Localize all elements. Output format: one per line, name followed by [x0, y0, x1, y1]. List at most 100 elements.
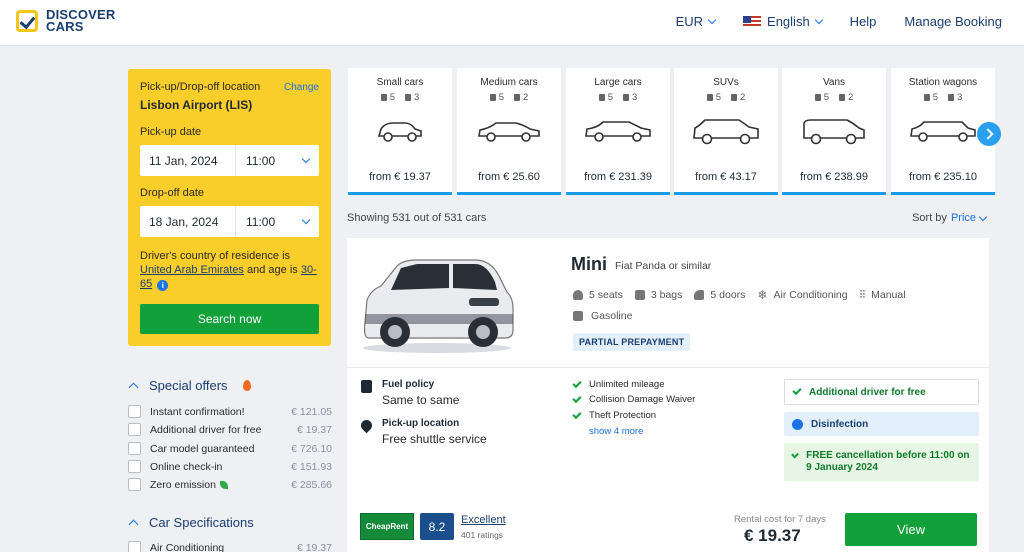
checkbox[interactable] — [128, 541, 141, 552]
info-icon[interactable]: i — [157, 280, 169, 291]
car-result-card: Mini Fiat Panda or similar 5 seats 3 bag… — [347, 238, 989, 552]
filter-label: Air Conditioning — [150, 541, 225, 552]
car-specifications-header[interactable]: Car Specifications — [128, 515, 254, 530]
fuel-pump-icon — [361, 380, 372, 393]
filter-price: € 19.37 — [296, 423, 332, 436]
filter-instant-confirmation[interactable]: Instant confirmation! € 121.05 — [128, 405, 332, 418]
currency-selector[interactable]: EUR — [676, 14, 717, 29]
rental-price: € 19.37 — [744, 526, 801, 545]
language-label: English — [767, 14, 810, 29]
search-now-button[interactable]: Search now — [140, 304, 319, 334]
checkbox[interactable] — [128, 478, 141, 491]
logo-check-icon — [16, 10, 38, 32]
fuel-policy-value: Same to same — [382, 393, 460, 407]
manage-booking-link[interactable]: Manage Booking — [904, 14, 1002, 29]
category-large-cars[interactable]: Large cars 53 from € 231.39 — [566, 68, 670, 195]
rating-score: 8.2 — [420, 513, 454, 540]
seats-count: 5 — [707, 92, 721, 103]
country-link[interactable]: United Arab Emirates — [140, 264, 244, 276]
logo[interactable]: DISCOVER CARS — [16, 8, 116, 34]
results-count: Showing 531 out of 531 cars — [347, 212, 487, 224]
bags-count: 2 — [514, 92, 528, 103]
category-price: from € 235.10 — [909, 171, 977, 183]
seats-count: 5 — [490, 92, 504, 103]
info-icon — [792, 418, 803, 430]
category-small-cars[interactable]: Small cars 53 from € 19.37 — [348, 68, 452, 195]
filter-label: Additional driver for free — [150, 423, 262, 436]
rating-link[interactable]: Excellent — [461, 514, 506, 526]
category-price: from € 43.17 — [695, 171, 757, 183]
car-features: 5 seats 3 bags 5 doors ❄ Air Conditioning… — [573, 288, 906, 302]
dropoff-time-select[interactable]: 11:00 — [236, 215, 319, 229]
leaf-icon — [219, 480, 228, 489]
pickup-time-value: 11:00 — [246, 153, 276, 168]
category-name: Small cars — [376, 77, 424, 88]
category-price: from € 25.60 — [478, 171, 540, 183]
check-icon — [572, 378, 582, 388]
rental-cost-label: Rental cost for 7 days — [734, 514, 826, 525]
dropoff-date-field: 18 Jan, 2024 11:00 — [140, 206, 319, 237]
filter-online-check-in[interactable]: Online check-in € 151.93 — [128, 460, 332, 473]
category-name: SUVs — [713, 77, 739, 88]
pickup-location-info: Pick-up location Free shuttle service — [358, 417, 487, 446]
checkbox[interactable] — [128, 423, 141, 436]
category-medium-cars[interactable]: Medium cars 52 from € 25.60 — [457, 68, 561, 195]
feature-fuel: Gasoline — [573, 310, 632, 322]
filter-price: € 121.05 — [291, 405, 332, 418]
check-icon — [572, 409, 582, 419]
fuel-policy: Fuel policy Same to same — [361, 379, 459, 407]
special-offers-header[interactable]: Special offers — [128, 378, 251, 393]
seats-count: 5 — [924, 92, 938, 103]
view-deal-button[interactable]: View — [845, 513, 977, 546]
category-suvs[interactable]: SUVs 52 from € 43.17 — [674, 68, 778, 195]
dropoff-date-input[interactable]: 18 Jan, 2024 — [140, 206, 236, 237]
car-category-title: Mini — [571, 254, 607, 274]
supplier-logo: CheapRent — [360, 513, 414, 540]
feature-seats: 5 seats — [573, 288, 623, 302]
pickup-date-label: Pick-up date — [140, 126, 202, 138]
snowflake-icon: ❄ — [757, 288, 768, 302]
categories-next-button[interactable] — [977, 122, 1001, 146]
suv-icon — [693, 119, 759, 145]
perk-disinfection: Disinfection — [784, 412, 979, 436]
check-icon — [792, 385, 802, 396]
checkbox[interactable] — [128, 442, 141, 455]
checkbox[interactable] — [128, 460, 141, 473]
checkbox[interactable] — [128, 405, 141, 418]
help-link[interactable]: Help — [850, 14, 877, 29]
car-photo — [363, 259, 514, 353]
perk-additional-driver: Additional driver for free — [784, 379, 979, 405]
filter-additional-driver[interactable]: Additional driver for free € 19.37 — [128, 423, 332, 436]
filter-air-conditioning[interactable]: Air Conditioning € 19.37 — [128, 541, 332, 552]
category-name: Vans — [822, 77, 846, 88]
fuel-icon — [573, 311, 583, 321]
rating-count: 401 ratings — [461, 530, 504, 540]
feature-transmission: ⫶⫶ Manual — [859, 288, 906, 302]
language-selector[interactable]: English — [743, 14, 823, 29]
show-more-link[interactable]: show 4 more — [589, 426, 643, 437]
filter-label: Instant confirmation! — [150, 405, 245, 418]
filter-zero-emission[interactable]: Zero emission € 285.66 — [128, 478, 332, 491]
pickup-time-select[interactable]: 11:00 — [236, 154, 319, 168]
category-vans[interactable]: Vans 52 from € 238.99 — [782, 68, 886, 195]
pickup-date-input[interactable]: 11 Jan, 2024 — [140, 145, 236, 176]
chevron-down-icon — [301, 215, 311, 225]
us-flag-icon — [743, 15, 762, 28]
sort-selector[interactable]: Sort by Price — [912, 212, 988, 224]
category-price: from € 238.99 — [800, 171, 868, 183]
residence-prefix: Driver's country of residence is — [140, 250, 291, 262]
age-text: and age is — [247, 264, 298, 276]
filter-price: € 19.37 — [296, 541, 332, 552]
filter-car-model-guaranteed[interactable]: Car model guaranteed € 726.10 — [128, 442, 332, 455]
sort-value: Price — [950, 212, 976, 224]
prepayment-badge: PARTIAL PREPAYMENT — [573, 333, 691, 351]
chevron-up-icon — [128, 382, 139, 393]
bags-count: 3 — [623, 92, 637, 103]
check-icon — [791, 450, 800, 459]
filter-price: € 285.66 — [291, 478, 332, 491]
logo-line2: CARS — [46, 19, 84, 34]
small-car-icon — [377, 122, 422, 142]
change-location-link[interactable]: Change — [284, 82, 319, 93]
search-panel: Pick-up/Drop-off location Change Lisbon … — [128, 69, 331, 346]
chevron-up-icon — [128, 519, 139, 530]
